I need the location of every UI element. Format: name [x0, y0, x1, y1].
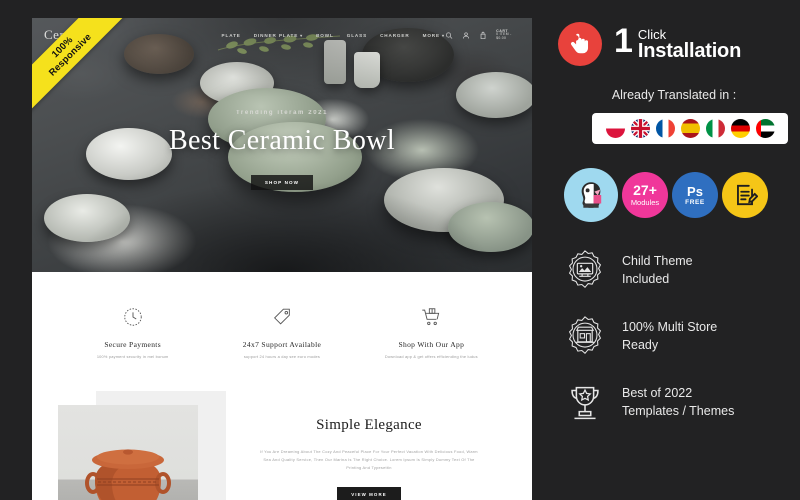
trophy-icon — [571, 386, 599, 420]
modules-badge: 27+ Modules — [622, 172, 668, 218]
uae-flag — [755, 119, 775, 138]
nav-item-plate[interactable]: PLATE — [222, 33, 241, 38]
nav-item-glass[interactable]: GLASS — [347, 33, 367, 38]
child-theme-badge-icon — [568, 250, 602, 289]
tag-icon — [207, 304, 356, 330]
simple-elegance-section: Simple Elegance If You Are Dreaming Abou… — [32, 383, 532, 500]
ceramic-bowl-shape — [448, 202, 532, 252]
photoshop-free-badge: Ps FREE — [672, 172, 718, 218]
feature-subtitle: Download app & get offers efficiending t… — [384, 354, 478, 359]
france-flag — [655, 119, 675, 138]
view-more-button[interactable]: VIEW MORE — [337, 487, 401, 500]
modules-label: Modules — [630, 198, 660, 207]
nav-label: GLASS — [346, 32, 368, 38]
promo-row-best-of: Best of 2022 Templates / Themes — [562, 380, 800, 426]
nav-label: CHARGER — [380, 32, 410, 38]
promo-row-text: Best of 2022 Templates / Themes — [622, 385, 734, 421]
one-click-word: Click — [637, 26, 667, 42]
feature-shop-app: Shop With Our App Download app & get off… — [357, 304, 506, 361]
promo-row-line-2: Ready — [622, 338, 659, 352]
main-navigation: PLATE DINNER PLATE ▾ BOWL GLASS CHARGER — [222, 33, 445, 38]
one-click-text: 1 Click Installation — [614, 21, 742, 63]
nav-label: PLATE — [221, 32, 241, 38]
shop-now-button[interactable]: SHOP NOW — [250, 175, 314, 190]
one-click-number: 1 — [614, 21, 633, 60]
prestashop-logo-badge — [564, 168, 618, 222]
header-icon-group: CART 0 ITEM - $0.00 — [445, 29, 520, 41]
flag-list — [592, 113, 788, 144]
promo-row-line-2: Included — [622, 272, 670, 286]
one-click-installation: 1 Click Installation — [548, 22, 800, 66]
promo-row-child-theme: Child Theme Included — [562, 248, 800, 294]
germany-flag — [730, 119, 750, 138]
clay-pot-illustration — [85, 449, 171, 500]
feature-title: Secure Payments — [104, 340, 162, 349]
nav-item-more[interactable]: MORE ▾ — [423, 33, 445, 38]
hero-kicker: Trending iteram 2021 — [235, 110, 329, 116]
feature-support: 24x7 Support Available support 24 hours … — [207, 304, 356, 361]
promo-panel: 1 Click Installation Already Translated … — [548, 0, 800, 500]
terracotta-pot-photo — [58, 404, 198, 500]
promo-row-text: 100% Multi Store Ready — [622, 319, 717, 355]
hero-banner: Ceramic PLATE DINNER PLATE ▾ BOWL GLASS — [32, 18, 532, 272]
poland-flag — [605, 119, 625, 138]
click-hand-icon — [558, 22, 602, 66]
feature-subtitle: 100% payment security in mel bonum — [96, 354, 169, 359]
features-strip: Secure Payments 100% payment security in… — [32, 272, 532, 383]
promo-row-line-1: Best of 2022 — [622, 386, 693, 401]
shield-clock-icon — [58, 304, 207, 330]
spain-flag — [680, 119, 700, 138]
feature-secure-payments: Secure Payments 100% payment security in… — [58, 304, 207, 361]
elegance-title: Simple Elegance — [316, 416, 422, 433]
ceramic-bowl-shape — [44, 194, 130, 242]
promo-row-line-1: 100% Multi Store — [622, 320, 718, 335]
nav-label: MORE — [422, 32, 440, 38]
photoshop-free-label: FREE — [685, 198, 705, 206]
cart-gift-icon — [357, 304, 506, 330]
feature-title: 24x7 Support Available — [242, 340, 322, 349]
ceramic-cup-shape — [354, 52, 380, 88]
feature-title: Shop With Our App — [398, 340, 465, 349]
nav-label: BOWL — [316, 32, 334, 38]
website-preview: Ceramic PLATE DINNER PLATE ▾ BOWL GLASS — [32, 18, 532, 500]
documentation-badge — [722, 172, 768, 218]
elegance-media — [58, 390, 226, 500]
multi-store-badge-icon — [568, 316, 602, 355]
cart-summary[interactable]: CART 0 ITEM - $0.00 — [496, 29, 520, 41]
badge-row: 27+ Modules Ps FREE — [564, 168, 800, 222]
hero-title: Best Ceramic Bowl — [168, 125, 396, 156]
hero-copy: Trending iteram 2021 Best Ceramic Bowl S… — [32, 110, 532, 190]
promo-row-multi-store: 100% Multi Store Ready — [562, 314, 800, 360]
screenshot-root: Ceramic PLATE DINNER PLATE ▾ BOWL GLASS — [0, 0, 800, 500]
nav-label: DINNER PLATE — [253, 32, 299, 38]
united-kingdom-flag — [630, 119, 650, 138]
elegance-body: If You Are Dreaming About The Cozy And P… — [260, 448, 478, 471]
photoshop-mark: Ps — [687, 183, 703, 199]
cart-icon[interactable] — [479, 31, 487, 40]
installation-word: Installation — [637, 40, 742, 63]
modules-count: 27+ — [633, 182, 657, 198]
user-icon[interactable] — [462, 31, 470, 40]
nav-item-bowl[interactable]: BOWL — [316, 33, 334, 38]
promo-row-text: Child Theme Included — [622, 253, 693, 289]
promo-feature-rows: Child Theme Included 100% Multi Store Re… — [548, 248, 800, 426]
elegance-text: Simple Elegance If You Are Dreaming Abou… — [226, 391, 506, 500]
promo-row-line-2: Templates / Themes — [622, 404, 735, 418]
nav-item-charger[interactable]: CHARGER — [380, 33, 410, 38]
nav-item-dinner-plate[interactable]: DINNER PLATE ▾ — [254, 33, 303, 38]
search-icon[interactable] — [445, 31, 453, 40]
feature-subtitle: support 24 hours a day see euro modes — [243, 354, 321, 359]
cart-value: 0 ITEM - $0.00 — [496, 32, 512, 41]
chevron-down-icon: ▾ — [298, 32, 304, 38]
translated-label: Already Translated in : — [611, 88, 737, 102]
italy-flag — [705, 119, 725, 138]
promo-row-line-1: Child Theme — [622, 254, 693, 269]
